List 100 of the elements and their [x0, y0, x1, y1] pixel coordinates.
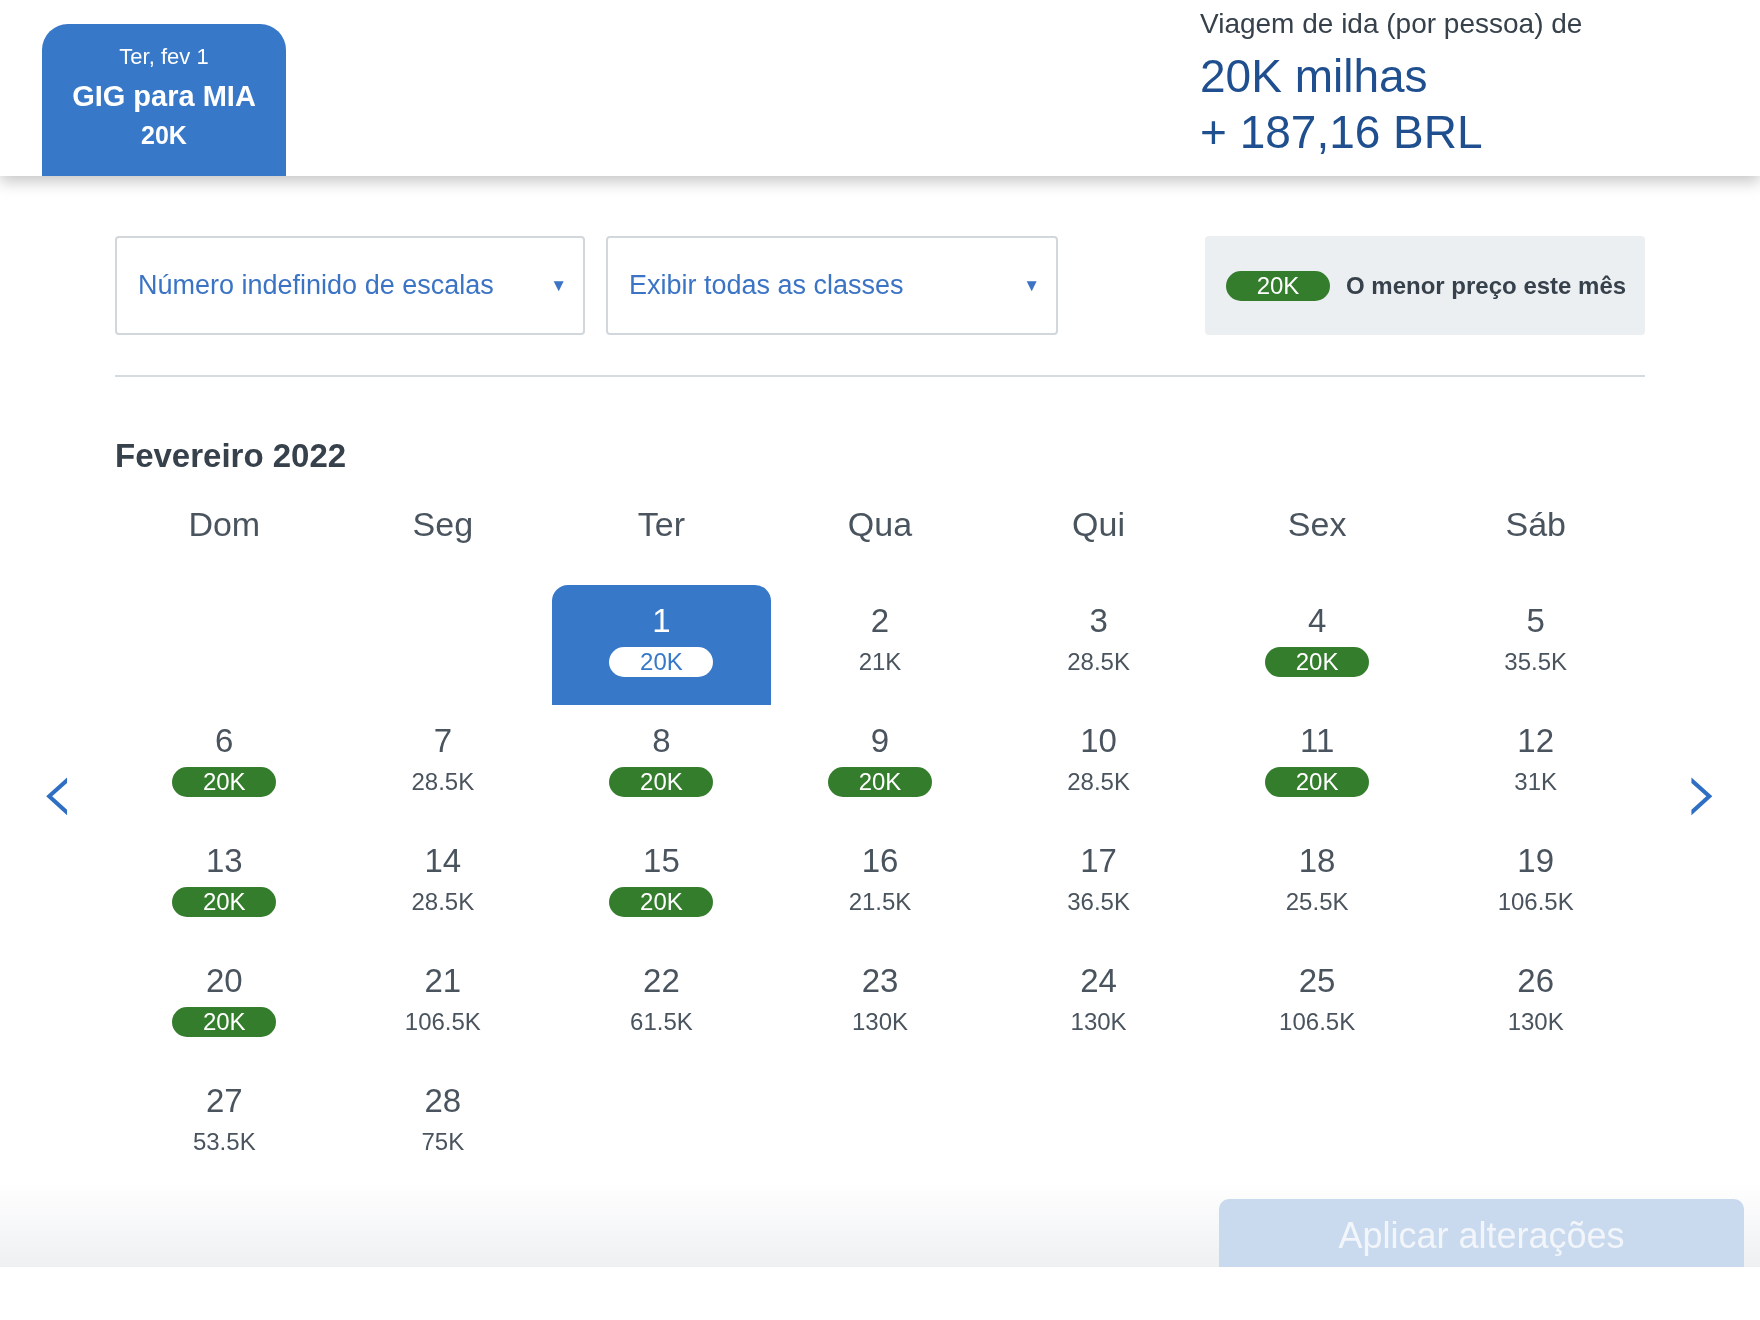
- day-number: 5: [1526, 601, 1545, 641]
- day-number: 3: [1089, 601, 1108, 641]
- day-number: 20: [205, 961, 243, 1001]
- calendar-day[interactable]: 1 20K: [552, 585, 771, 705]
- day-price: 28.5K: [411, 767, 475, 797]
- fare-label: Viagem de ida (por pessoa) de: [1200, 8, 1584, 40]
- calendar-day[interactable]: 15 20K: [552, 825, 771, 945]
- day-price: 28.5K: [1067, 647, 1130, 677]
- day-number: 18: [1298, 841, 1336, 881]
- calendar-day[interactable]: 14 28.5K: [333, 825, 553, 945]
- calendar-day[interactable]: 20 20K: [115, 945, 334, 1065]
- price-badge: 20K: [172, 1007, 277, 1037]
- day-number: 10: [1080, 721, 1117, 761]
- calendar-day[interactable]: 27 53.5K: [115, 1065, 334, 1185]
- day-number: 16: [861, 841, 899, 881]
- calendar-day[interactable]: 5 35.5K: [1426, 585, 1645, 705]
- day-number: 1: [652, 601, 671, 641]
- day-number: 26: [1517, 961, 1555, 1001]
- day-number: 15: [643, 841, 680, 881]
- caret-icon: ▼: [550, 275, 567, 296]
- day-price: 106.5K: [1497, 887, 1574, 917]
- day-price: 28.5K: [1067, 767, 1130, 797]
- day-price: 106.5K: [1279, 1007, 1356, 1037]
- calendar-day[interactable]: 18 25.5K: [1207, 825, 1427, 945]
- day-number: 14: [424, 841, 462, 881]
- price-badge: 20K: [609, 887, 714, 917]
- price-badge: 20K: [172, 767, 277, 797]
- fare-miles: 20K milhas: [1200, 49, 1429, 104]
- calendar-day[interactable]: 22 61.5K: [552, 945, 771, 1065]
- day-number: 21: [424, 961, 462, 1001]
- legend-text: O menor preço este mês: [1346, 271, 1627, 300]
- month-title: Fevereiro 2022: [115, 437, 348, 476]
- day-number: 27: [205, 1081, 243, 1121]
- calendar-day[interactable]: 23 130K: [770, 945, 990, 1065]
- dropdown-field[interactable]: Número indefinido de escalas ▼: [115, 236, 585, 335]
- day-number: 28: [424, 1081, 462, 1121]
- dropdown-value: Número indefinido de escalas: [138, 270, 494, 301]
- day-number: 6: [215, 721, 234, 761]
- weekday-label: Sáb: [1504, 505, 1567, 545]
- day-price: 21.5K: [848, 887, 912, 917]
- calendar-day[interactable]: 9 20K: [770, 705, 990, 825]
- day-number: 24: [1080, 961, 1117, 1001]
- day-price: 130K: [1507, 1007, 1564, 1037]
- calendar-day[interactable]: 26 130K: [1426, 945, 1645, 1065]
- calendar-day[interactable]: 7 28.5K: [333, 705, 553, 825]
- day-price: 25.5K: [1285, 887, 1349, 917]
- day-price: 36.5K: [1067, 887, 1130, 917]
- day-number: 8: [652, 721, 671, 761]
- weekday-label: Qui: [1071, 505, 1126, 545]
- day-number: 19: [1517, 841, 1555, 881]
- day-number: 9: [870, 721, 890, 761]
- day-number: 13: [205, 841, 243, 881]
- calendar-day[interactable]: 16 21.5K: [770, 825, 990, 945]
- weekday-label: Ter: [636, 505, 687, 545]
- day-number: 17: [1080, 841, 1117, 881]
- calendar-day[interactable]: 6 20K: [115, 705, 334, 825]
- day-price: 53.5K: [192, 1127, 256, 1157]
- day-price: 130K: [1070, 1007, 1127, 1037]
- day-number: 11: [1300, 721, 1335, 761]
- day-price: 35.5K: [1504, 647, 1568, 677]
- calendar-day[interactable]: 28 75K: [333, 1065, 553, 1185]
- day-price: 21K: [858, 647, 902, 677]
- calendar-day[interactable]: 25 106.5K: [1207, 945, 1427, 1065]
- weekday-label: Seg: [411, 505, 475, 545]
- calendar-day[interactable]: 11 20K: [1207, 705, 1427, 825]
- fare-cash: + 187,16 BRL: [1200, 105, 1484, 160]
- day-number: 25: [1298, 961, 1336, 1001]
- next-month-button[interactable]: ›: [1684, 747, 1721, 837]
- day-price: 130K: [851, 1007, 908, 1037]
- dropdown-value: Exibir todas as classes: [629, 270, 904, 301]
- calendar-day[interactable]: 2 21K: [770, 585, 990, 705]
- calendar-day[interactable]: 4 20K: [1207, 585, 1427, 705]
- weekday-label: Dom: [187, 505, 262, 545]
- day-number: 4: [1307, 601, 1327, 641]
- day-number: 23: [861, 961, 899, 1001]
- day-price: 61.5K: [630, 1007, 693, 1037]
- day-number: 7: [433, 721, 453, 761]
- day-number: 12: [1517, 721, 1555, 761]
- price-badge: 20K: [1265, 767, 1370, 797]
- weekday-label: Qua: [846, 505, 914, 545]
- flight-tab[interactable]: Ter, fev 1 GIG para MIA 20K: [42, 24, 286, 176]
- calendar-day[interactable]: 13 20K: [115, 825, 334, 945]
- calendar-day[interactable]: 10 28.5K: [989, 705, 1208, 825]
- day-price: 106.5K: [404, 1007, 481, 1037]
- previous-month-button[interactable]: ‹: [39, 747, 76, 837]
- price-badge: 20K: [609, 647, 714, 677]
- price-badge: 20K: [172, 887, 277, 917]
- calendar-day[interactable]: 8 20K: [552, 705, 771, 825]
- calendar-day[interactable]: 17 36.5K: [989, 825, 1208, 945]
- calendar-day[interactable]: 24 130K: [989, 945, 1208, 1065]
- calendar-day[interactable]: 19 106.5K: [1426, 825, 1645, 945]
- price-badge: 20K: [609, 767, 714, 797]
- day-number: 22: [643, 961, 680, 1001]
- calendar-day[interactable]: 12 31K: [1426, 705, 1645, 825]
- calendar-day[interactable]: 3 28.5K: [989, 585, 1208, 705]
- day-price: 75K: [421, 1127, 465, 1157]
- dropdown-field[interactable]: Exibir todas as classes ▼: [606, 236, 1058, 335]
- day-number: 2: [870, 601, 890, 641]
- calendar-day[interactable]: 21 106.5K: [333, 945, 553, 1065]
- weekday-label: Sex: [1286, 505, 1348, 545]
